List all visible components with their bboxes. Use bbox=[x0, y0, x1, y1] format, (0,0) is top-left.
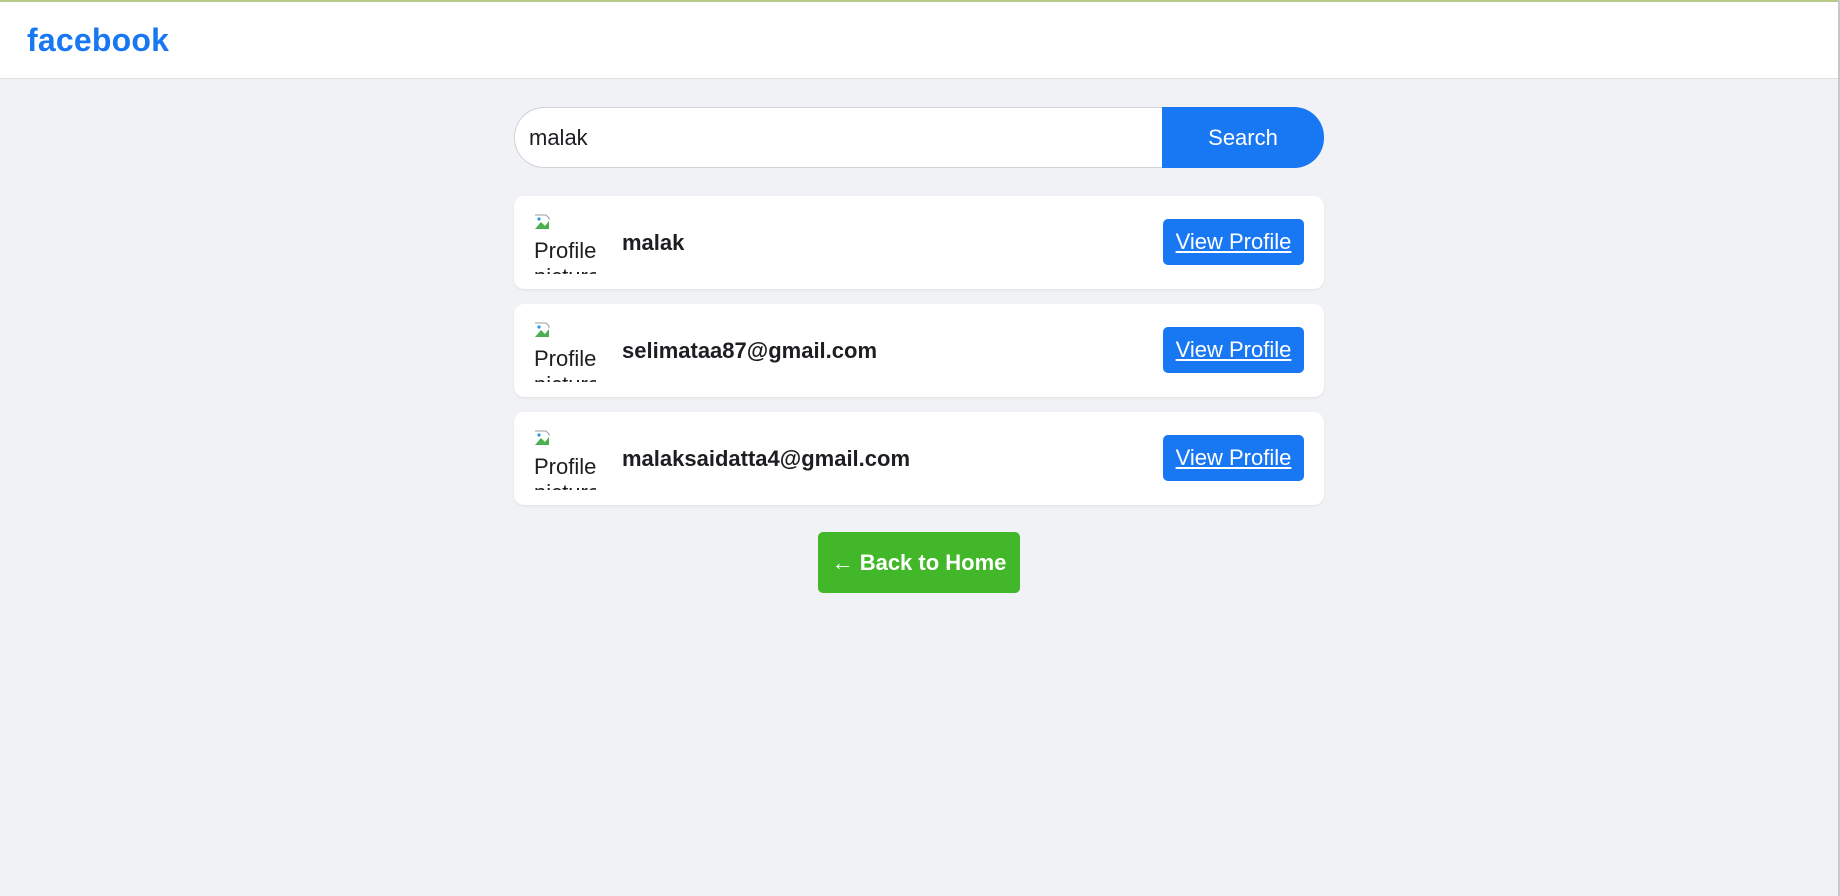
top-navigation-bar: facebook bbox=[0, 0, 1838, 79]
broken-image-icon bbox=[535, 322, 550, 337]
avatar: Profile picture bbox=[534, 320, 596, 382]
result-name: malak bbox=[622, 230, 685, 255]
result-name: malaksaidatta4@gmail.com bbox=[622, 446, 911, 471]
avatar-alt-text: Profile picture bbox=[534, 238, 596, 274]
view-profile-button[interactable]: View Profile bbox=[1163, 327, 1304, 373]
search-input[interactable] bbox=[514, 107, 1162, 168]
avatar: Profile picture bbox=[534, 428, 596, 490]
avatar-alt-text: Profile picture bbox=[534, 346, 596, 382]
avatar: Profile picture bbox=[534, 212, 596, 274]
view-profile-button[interactable]: View Profile bbox=[1163, 219, 1304, 265]
broken-image-icon bbox=[535, 430, 550, 445]
result-card: Profile picture malak View Profile bbox=[514, 196, 1324, 289]
page: facebook Search Profile picture malak Vi… bbox=[0, 0, 1840, 896]
back-to-home-button[interactable]: ← Back to Home bbox=[818, 532, 1020, 593]
result-card: Profile picture malaksaidatta4@gmail.com… bbox=[514, 412, 1324, 505]
result-name: selimataa87@gmail.com bbox=[622, 338, 878, 363]
result-card: Profile picture selimataa87@gmail.com Vi… bbox=[514, 304, 1324, 397]
broken-image-icon bbox=[535, 214, 550, 229]
search-results-list: Profile picture malak View Profile Profi… bbox=[514, 196, 1324, 520]
facebook-logo[interactable]: facebook bbox=[27, 22, 169, 59]
search-bar: Search bbox=[514, 107, 1324, 168]
view-profile-button[interactable]: View Profile bbox=[1163, 435, 1304, 481]
avatar-alt-text: Profile picture bbox=[534, 454, 596, 490]
search-button[interactable]: Search bbox=[1162, 107, 1324, 168]
